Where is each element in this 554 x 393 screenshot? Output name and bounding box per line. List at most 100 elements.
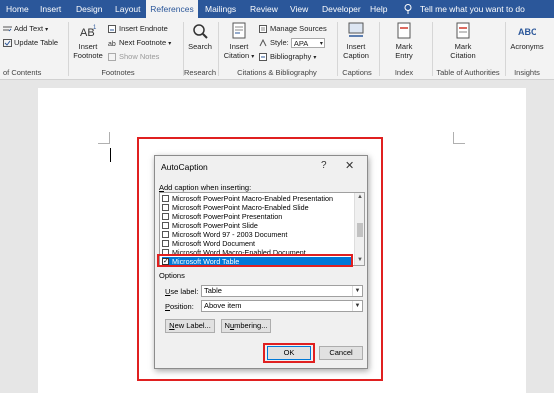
search-icon	[193, 24, 208, 39]
style-icon	[259, 39, 267, 47]
position-select[interactable]: Above item ▼	[201, 300, 363, 312]
scroll-up-icon[interactable]: ▲	[357, 194, 363, 200]
checkbox[interactable]	[162, 222, 169, 229]
mark-entry-icon	[397, 22, 411, 39]
ribbon-tab-bar: Home Insert Design Layout References Mai…	[0, 0, 554, 18]
separator	[218, 22, 219, 76]
checkbox[interactable]	[162, 231, 169, 238]
acronyms-label: Acronyms	[510, 42, 544, 51]
scroll-down-icon[interactable]: ▼	[357, 257, 363, 263]
numbering-button[interactable]: Numbering...	[221, 319, 271, 333]
tab-developer[interactable]: Developer	[322, 0, 361, 18]
group-label-insights: Insights	[514, 68, 540, 77]
add-text-button[interactable]: Add Text ▾	[3, 24, 48, 35]
bibliography-icon	[259, 53, 267, 62]
options-label: Options	[159, 271, 185, 280]
update-table-button[interactable]: Update Table	[3, 38, 58, 48]
tab-layout[interactable]: Layout	[115, 0, 141, 18]
group-label-toa: Table of Authorities	[436, 68, 500, 77]
insert-caption-label-1: Insert	[346, 42, 366, 51]
tab-view[interactable]: View	[290, 0, 308, 18]
new-label-button[interactable]: New Label...	[165, 319, 215, 333]
style-control: Style: APA ▾	[259, 38, 325, 49]
next-footnote-icon: ab	[108, 41, 116, 47]
insert-citation-label-2: Citation	[223, 51, 250, 60]
bibliography-button[interactable]: Bibliography ▾	[259, 52, 316, 63]
mark-entry-label-2: Entry	[395, 51, 413, 60]
citation-icon	[232, 22, 246, 39]
use-label-select[interactable]: Table ▼	[201, 285, 363, 297]
search-label: Search	[188, 42, 212, 51]
group-label-research: Research	[184, 68, 217, 77]
tab-home[interactable]: Home	[6, 0, 29, 18]
tell-me-search[interactable]: Tell me what you want to do	[420, 0, 525, 18]
highlight-box	[263, 343, 315, 363]
vertical-scrollbar[interactable]: ▲ ▼	[354, 193, 364, 265]
separator	[68, 22, 69, 76]
checkbox[interactable]	[162, 195, 169, 202]
checkbox[interactable]	[162, 213, 169, 220]
autocaption-dialog: AutoCaption ? ✕ Add caption when inserti…	[154, 155, 368, 369]
use-label-label: Use label:	[165, 287, 199, 296]
acronyms-icon: ABC	[518, 27, 536, 37]
chevron-down-icon: ▼	[352, 301, 362, 311]
style-select[interactable]: APA ▾	[290, 38, 325, 49]
lightbulb-icon	[404, 4, 412, 14]
separator	[505, 22, 506, 76]
svg-text:ABC: ABC	[518, 27, 536, 37]
scroll-thumb[interactable]	[357, 223, 363, 237]
separator	[379, 22, 380, 76]
ribbon: Add Text ▾ Update Table of Contents AB 1 …	[0, 18, 554, 80]
close-icon[interactable]: ✕	[345, 159, 354, 172]
help-icon[interactable]: ?	[321, 160, 327, 171]
position-label: Position:	[165, 302, 194, 311]
list-item[interactable]: Microsoft Word 97 - 2003 Document	[162, 230, 352, 239]
show-notes-button[interactable]: Show Notes	[108, 52, 159, 62]
list-item[interactable]: Microsoft PowerPoint Macro-Enabled Prese…	[162, 194, 352, 203]
cancel-button[interactable]: Cancel	[319, 346, 363, 360]
mark-entry-button[interactable]: Mark Entry	[390, 22, 418, 60]
manage-sources-icon	[259, 25, 267, 34]
insert-caption-button[interactable]: Insert Caption	[340, 22, 372, 60]
list-item[interactable]: Microsoft Word Document	[162, 239, 352, 248]
caption-icon	[348, 22, 364, 37]
tab-mailings[interactable]: Mailings	[205, 0, 236, 18]
checkbox[interactable]	[162, 240, 169, 247]
tab-insert[interactable]: Insert	[40, 0, 61, 18]
list-item[interactable]: Microsoft PowerPoint Presentation	[162, 212, 352, 221]
list-item[interactable]: Microsoft PowerPoint Slide	[162, 221, 352, 230]
update-table-icon	[3, 39, 12, 48]
add-caption-label: Add caption when inserting:	[159, 183, 252, 192]
insert-footnote-button[interactable]: AB 1 Insert Footnote	[72, 22, 104, 60]
mark-citation-label-2: Citation	[450, 51, 476, 60]
footnote-icon: AB1	[80, 25, 97, 39]
mark-citation-label-1: Mark	[454, 42, 472, 51]
chevron-down-icon: ▼	[352, 286, 362, 296]
checkbox[interactable]	[162, 204, 169, 211]
group-label-footnotes: Footnotes	[101, 68, 135, 77]
margin-mark	[453, 132, 465, 144]
endnote-icon	[108, 25, 116, 34]
dialog-title: AutoCaption	[161, 162, 208, 172]
mark-citation-button[interactable]: Mark Citation	[445, 22, 481, 60]
group-label-toc: of Contents	[3, 68, 42, 77]
tab-review[interactable]: Review	[250, 0, 278, 18]
next-footnote-button[interactable]: ab Next Footnote ▾	[108, 38, 171, 49]
tab-references[interactable]: References	[146, 0, 198, 18]
text-cursor	[110, 148, 111, 162]
tab-help[interactable]: Help	[370, 0, 387, 18]
show-notes-icon	[108, 53, 116, 62]
insert-citation-button[interactable]: Insert Citation ▾	[222, 22, 256, 62]
search-button[interactable]: Search	[186, 22, 214, 51]
list-item[interactable]: Microsoft PowerPoint Macro-Enabled Slide	[162, 203, 352, 212]
acronyms-button[interactable]: ABC Acronyms	[508, 22, 546, 51]
mark-entry-label-1: Mark	[395, 42, 413, 51]
insert-caption-label-2: Caption	[343, 51, 369, 60]
manage-sources-button[interactable]: Manage Sources	[259, 24, 327, 34]
group-label-citations: Citations & Bibliography	[237, 68, 317, 77]
separator	[432, 22, 433, 76]
margin-mark	[98, 132, 110, 144]
insert-endnote-button[interactable]: Insert Endnote	[108, 24, 168, 34]
group-label-captions: Captions	[342, 68, 372, 77]
tab-design[interactable]: Design	[76, 0, 102, 18]
